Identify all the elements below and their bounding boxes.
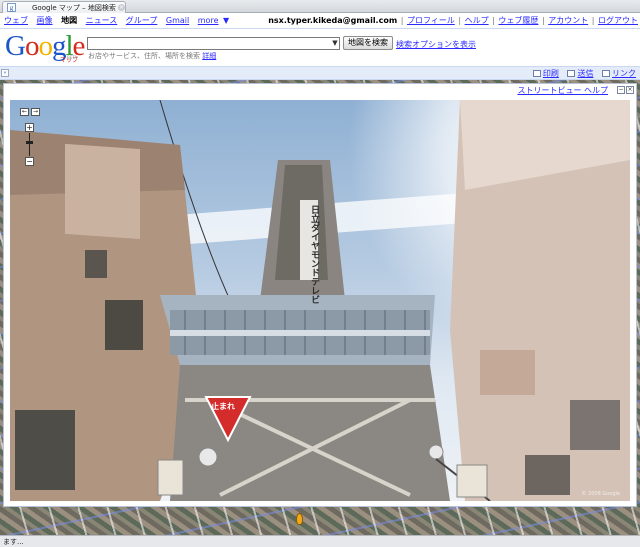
nav-groups[interactable]: グループ xyxy=(126,16,158,25)
close-icon[interactable]: × xyxy=(626,86,634,94)
minimize-icon[interactable]: − xyxy=(617,86,625,94)
print-link[interactable]: 印刷 xyxy=(543,69,559,78)
stop-sign-text: 止まれ xyxy=(211,402,235,411)
pan-left-icon[interactable]: ← xyxy=(20,108,29,116)
status-text: ます... xyxy=(3,538,24,546)
search-maps-button[interactable]: 地図を検索 xyxy=(343,36,393,50)
chevron-down-icon[interactable]: ▼ xyxy=(223,16,229,25)
google-favicon-icon: g xyxy=(7,3,16,12)
print-icon[interactable] xyxy=(532,70,541,77)
browser-tab-strip: g Google マップ – 地図検索 × xyxy=(0,0,640,13)
street-view-header: ストリートビュー ヘルプ − × xyxy=(4,84,636,97)
copyright: © 2008 Google xyxy=(581,491,620,497)
search-history-dropdown-icon[interactable]: ▼ xyxy=(331,38,339,49)
street-view-pegman-icon[interactable] xyxy=(296,513,303,525)
separator: | xyxy=(492,16,495,25)
nav-maps: 地図 xyxy=(61,16,78,25)
email-icon[interactable] xyxy=(567,70,576,77)
logo-letter: o xyxy=(38,30,52,62)
nav-web[interactable]: ウェブ xyxy=(4,16,28,25)
map-canvas[interactable]: ストリートビュー ヘルプ − × 日立ダイヤモンドテレビ 止まれ ← → + −… xyxy=(0,80,640,535)
product-nav: ウェブ 画像 地図 ニュース グループ Gmail more ▼ xyxy=(4,15,235,26)
profile-link[interactable]: プロフィール xyxy=(407,16,455,25)
street-view-help-link[interactable]: ストリートビュー ヘルプ xyxy=(517,85,608,96)
map-toolbar: « 印刷 送信 リンク xyxy=(0,66,640,80)
search-hint-text: お店やサービス、住所、場所を検索 xyxy=(88,52,200,60)
pan-right-icon[interactable]: → xyxy=(31,108,40,116)
nav-more[interactable]: more xyxy=(198,16,219,25)
street-view-panel: ストリートビュー ヘルプ − × 日立ダイヤモンドテレビ 止まれ ← → + −… xyxy=(3,83,637,507)
zoom-out-icon[interactable]: − xyxy=(25,157,34,166)
street-view-controls: ← → + − xyxy=(20,108,46,168)
search-input[interactable] xyxy=(87,37,340,50)
collapse-panel-icon[interactable]: « xyxy=(1,69,9,77)
tab-title: Google マップ – 地図検索 xyxy=(32,4,116,12)
zoom-slider-track[interactable] xyxy=(29,133,30,156)
user-links: nsx.typer.kikeda@gmail.com | プロフィール | ヘル… xyxy=(268,15,638,26)
logo-letter: o xyxy=(24,30,39,62)
nav-images[interactable]: 画像 xyxy=(37,16,53,25)
link-link[interactable]: リンク xyxy=(612,69,636,78)
street-view-panorama[interactable]: 日立ダイヤモンドテレビ 止まれ ← → + − © 2008 Google xyxy=(10,100,630,501)
toolbar-links: 印刷 送信 リンク xyxy=(532,68,636,79)
tower-sign-text: 日立ダイヤモンドテレビ xyxy=(309,205,319,304)
tab-close-icon[interactable]: × xyxy=(118,4,125,11)
zoom-in-icon[interactable]: + xyxy=(25,123,34,132)
user-email: nsx.typer.kikeda@gmail.com xyxy=(268,16,398,25)
browser-status-bar: ます... xyxy=(0,535,640,547)
separator: | xyxy=(541,16,545,25)
send-link[interactable]: 送信 xyxy=(577,69,593,78)
zoom-slider-thumb[interactable] xyxy=(26,141,33,144)
separator: | xyxy=(458,16,462,25)
panorama-scene xyxy=(10,100,630,501)
logo-beta-badge: BETA xyxy=(67,55,78,60)
browser-tab[interactable]: g Google マップ – 地図検索 × xyxy=(2,1,126,13)
separator: | xyxy=(591,16,595,25)
search-options-link[interactable]: 検索オプションを表示 xyxy=(396,39,476,50)
search-hint: お店やサービス、住所、場所を検索 詳細 xyxy=(88,51,216,61)
nav-gmail[interactable]: Gmail xyxy=(166,16,189,25)
separator: | xyxy=(400,16,404,25)
search-hint-details-link[interactable]: 詳細 xyxy=(202,52,216,60)
google-top-bar: ウェブ 画像 地図 ニュース グループ Gmail more ▼ nsx.typ… xyxy=(0,14,640,28)
help-link[interactable]: ヘルプ xyxy=(465,16,489,25)
web-history-link[interactable]: ウェブ履歴 xyxy=(498,16,538,25)
account-link[interactable]: アカウント xyxy=(548,16,588,25)
divider xyxy=(0,28,640,29)
nav-news[interactable]: ニュース xyxy=(86,16,118,25)
logout-link[interactable]: ログアウト xyxy=(598,16,638,25)
logo-letter: G xyxy=(5,30,26,62)
link-icon[interactable] xyxy=(602,70,610,77)
